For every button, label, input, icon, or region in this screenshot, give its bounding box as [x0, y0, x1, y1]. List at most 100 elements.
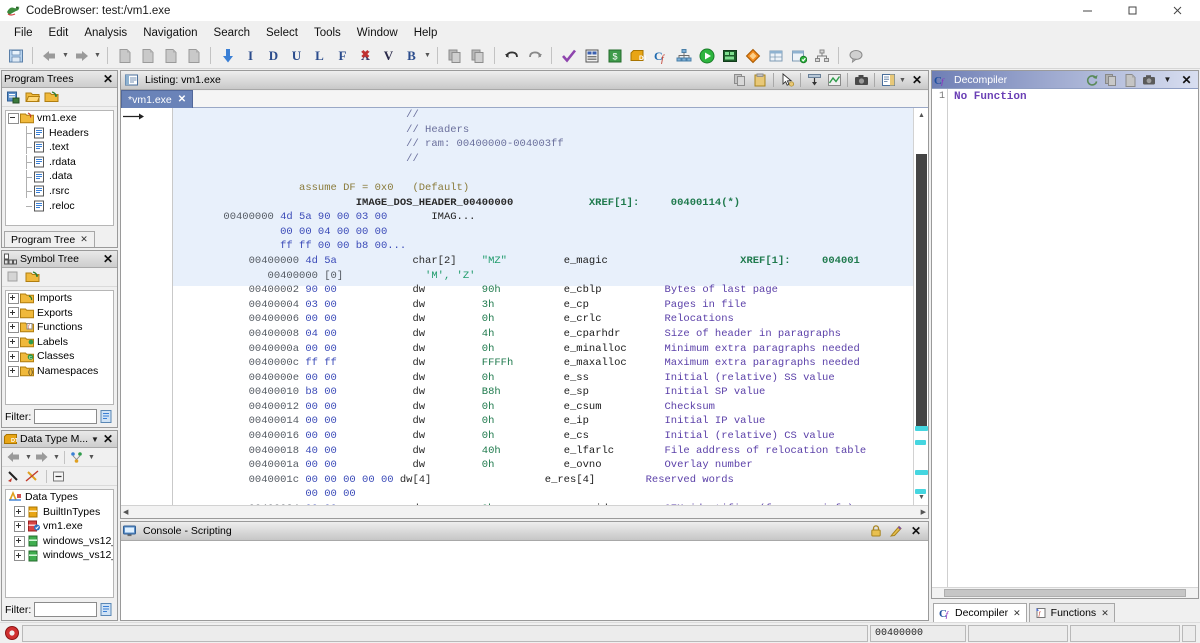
function-call-graph-icon[interactable]: Cf	[650, 45, 671, 66]
tab-vm1-exe[interactable]: *vm1.exe ✕	[121, 90, 193, 108]
listing-line[interactable]: 00400018 40 00 dw 40h e_lfarlc File addr…	[173, 444, 913, 459]
bookmark-dropdown-icon[interactable]: ▼	[423, 46, 432, 66]
program-tree-item-data[interactable]: .data	[6, 169, 113, 184]
listing-line[interactable]: 00 00 04 00 00 00	[173, 225, 913, 240]
snapshot-window-icon[interactable]	[114, 45, 135, 66]
symbol-tree-item-functions[interactable]: f Functions	[6, 320, 113, 335]
listing-line[interactable]: 00400006 00 00 dw 0h e_crlc Relocations	[173, 312, 913, 327]
listing-line[interactable]: 00400012 00 00 dw 0h e_csum Checksum	[173, 400, 913, 415]
listing-line[interactable]: // Headers	[173, 123, 913, 138]
expand-icon[interactable]	[8, 366, 19, 377]
toggle-x-icon[interactable]: X✖	[355, 45, 376, 66]
make-instruction-icon[interactable]: I	[240, 45, 261, 66]
data-types-root[interactable]: Data Types	[6, 490, 113, 505]
make-data-icon[interactable]: D	[263, 45, 284, 66]
undefine-icon[interactable]: U	[286, 45, 307, 66]
maximize-button[interactable]	[1110, 0, 1155, 22]
create-folder-icon[interactable]	[5, 89, 22, 106]
lock-icon[interactable]	[866, 522, 886, 540]
function-graph-icon[interactable]	[673, 45, 694, 66]
menu-file[interactable]: File	[6, 25, 41, 41]
back-icon[interactable]	[39, 45, 60, 66]
create-tree-icon[interactable]	[43, 89, 60, 106]
run-icon[interactable]	[696, 45, 717, 66]
listing-line[interactable]: 00400000 [0] 'M', 'Z'	[173, 269, 913, 284]
listing-horizontal-scrollbar[interactable]: ◀ ▶	[121, 505, 928, 518]
edit-fields-dropdown-icon[interactable]: ▼	[898, 70, 907, 90]
scroll-right-icon[interactable]: ▶	[921, 508, 926, 516]
program-trees-close-icon[interactable]: ✕	[101, 73, 115, 85]
snapshot-icon[interactable]	[1139, 71, 1158, 88]
open-folder-icon[interactable]	[24, 89, 41, 106]
listing-line[interactable]: 00400024 00 00 dw 0h e_oemid OEM identif…	[173, 502, 913, 505]
tab-program-tree[interactable]: Program Tree ✕	[4, 231, 95, 247]
symbol-tree-filter-input[interactable]	[34, 409, 97, 424]
listing-code-area[interactable]: // // Headers // ram: 00400000-004003ff …	[173, 108, 913, 505]
symbol-tree-close-icon[interactable]: ✕	[101, 253, 115, 265]
console-output[interactable]	[121, 541, 928, 620]
redo-icon[interactable]	[524, 45, 545, 66]
data-type-filter-input[interactable]	[34, 602, 97, 617]
menu-tools[interactable]: Tools	[306, 25, 349, 41]
clone-window-icon[interactable]	[183, 45, 204, 66]
close-button[interactable]	[1155, 0, 1200, 22]
paste-icon[interactable]	[750, 71, 770, 89]
scrollbar-marker[interactable]	[915, 440, 926, 445]
program-tree-item-reloc[interactable]: .reloc	[6, 199, 113, 214]
status-alert-icon[interactable]	[4, 625, 20, 641]
expand-icon[interactable]	[8, 307, 19, 318]
sync-dropdown-icon[interactable]: ▼	[87, 447, 96, 467]
expand-icon[interactable]	[8, 337, 19, 348]
symbol-tree-item-exports[interactable]: Exports	[6, 306, 113, 321]
script-manager-icon[interactable]	[719, 45, 740, 66]
export-icon[interactable]	[1120, 71, 1139, 88]
forward-icon[interactable]	[71, 45, 92, 66]
scrollbar-marker[interactable]	[915, 426, 928, 431]
comments-icon[interactable]	[845, 45, 866, 66]
tab-functions[interactable]: f Functions ✕	[1029, 603, 1115, 622]
listing-line[interactable]: 0040000c ff ff dw FFFFh e_maxalloc Maxim…	[173, 356, 913, 371]
refresh-icon[interactable]	[1082, 71, 1101, 88]
listing-line[interactable]: IMAGE_DOS_HEADER_00400000 XREF[1]: 00400…	[173, 196, 913, 211]
chevron-down-icon[interactable]: ▼	[89, 433, 101, 446]
listing-line[interactable]: assume DF = 0x0 (Default)	[173, 181, 913, 196]
filter-options-icon[interactable]	[99, 409, 114, 424]
undo-icon[interactable]	[501, 45, 522, 66]
call-tree-icon[interactable]	[811, 45, 832, 66]
scrollbar-thumb[interactable]	[944, 589, 1186, 597]
defined-data-icon[interactable]	[765, 45, 786, 66]
listing-line[interactable]: // ram: 00400000-004003ff	[173, 137, 913, 152]
program-tree-item-rsrc[interactable]: .rsrc	[6, 184, 113, 199]
listing-line[interactable]: 00400000 4d 5a char[2] "MZ" e_magic XREF…	[173, 254, 913, 269]
copy-icon[interactable]	[444, 45, 465, 66]
new-window-icon[interactable]	[137, 45, 158, 66]
snapshot-icon[interactable]	[851, 71, 871, 89]
filter-arrays-icon[interactable]	[24, 468, 41, 485]
data-types-item-win32[interactable]: windows_vs12_32	[6, 534, 113, 549]
listing-line[interactable]: 00400008 04 00 dw 4h e_cparhdr Size of h…	[173, 327, 913, 342]
back-icon[interactable]	[5, 449, 22, 466]
data-type-manager-close-icon[interactable]: ✕	[101, 433, 115, 445]
edit-fields-icon[interactable]	[878, 71, 898, 89]
listing-line[interactable]: ff ff 00 00 b8 00...	[173, 239, 913, 254]
listing-line[interactable]: 0040000a 00 00 dw 0h e_minalloc Minimum …	[173, 342, 913, 357]
data-type-manager-icon[interactable]: DT	[627, 45, 648, 66]
toggle-v-icon[interactable]: V	[378, 45, 399, 66]
menu-help[interactable]: Help	[406, 25, 446, 41]
menu-dropdown-icon[interactable]: ▼	[1158, 71, 1177, 88]
tab-decompiler-close-icon[interactable]: ✕	[1013, 608, 1021, 619]
program-tree-item-rdata[interactable]: .rdata	[6, 155, 113, 170]
data-types-item-win64[interactable]: windows_vs12_64	[6, 548, 113, 563]
data-types-tree[interactable]: Data Types BuiltInTypes vm1.exe	[5, 489, 114, 598]
menu-select[interactable]: Select	[258, 25, 306, 41]
forward-icon[interactable]	[33, 449, 50, 466]
collapse-all-icon[interactable]	[50, 468, 67, 485]
console-close-icon[interactable]: ✕	[906, 522, 926, 540]
scroll-down-icon[interactable]: ▼	[915, 491, 928, 504]
program-tree-item-text[interactable]: .text	[6, 140, 113, 155]
listing-line[interactable]: 0040001c 00 00 00 00 00 dw[4] e_res[4] R…	[173, 473, 913, 488]
symbol-tree[interactable]: Imports Exports f Functions	[5, 290, 114, 405]
listing-line[interactable]: 00 00 00	[173, 487, 913, 502]
menu-window[interactable]: Window	[349, 25, 406, 41]
tab-functions-close-icon[interactable]: ✕	[1101, 608, 1109, 619]
